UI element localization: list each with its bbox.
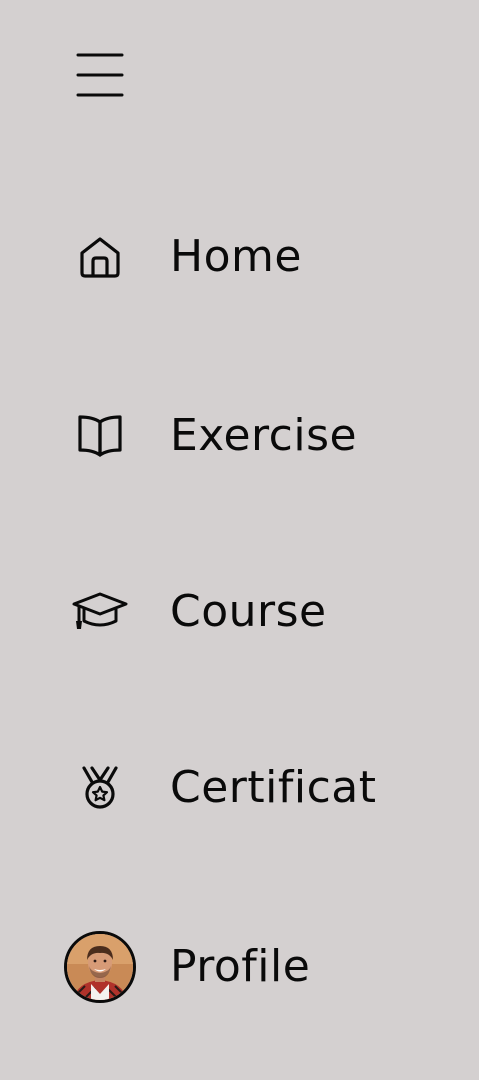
nav-label-course: Course bbox=[170, 590, 327, 634]
avatar[interactable] bbox=[64, 931, 136, 1003]
nav-item-profile[interactable]: Profile bbox=[60, 927, 460, 1007]
nav-item-course[interactable]: Course bbox=[60, 572, 460, 652]
nav-label-certificate: Certificat bbox=[170, 766, 377, 810]
nav-item-exercise[interactable]: Exercise bbox=[60, 396, 460, 476]
nav-item-home[interactable]: Home bbox=[60, 217, 460, 297]
sidebar-nav: Home Exercise Course Certificat Profile bbox=[0, 0, 479, 1080]
nav-label-exercise: Exercise bbox=[170, 414, 358, 458]
nav-label-home: Home bbox=[170, 235, 302, 279]
nav-label-profile: Profile bbox=[170, 945, 311, 989]
nav-item-certificate[interactable]: Certificat bbox=[60, 748, 460, 828]
medal-icon bbox=[60, 748, 140, 828]
graduation-cap-icon bbox=[60, 572, 140, 652]
book-icon bbox=[60, 396, 140, 476]
home-icon bbox=[60, 217, 140, 297]
